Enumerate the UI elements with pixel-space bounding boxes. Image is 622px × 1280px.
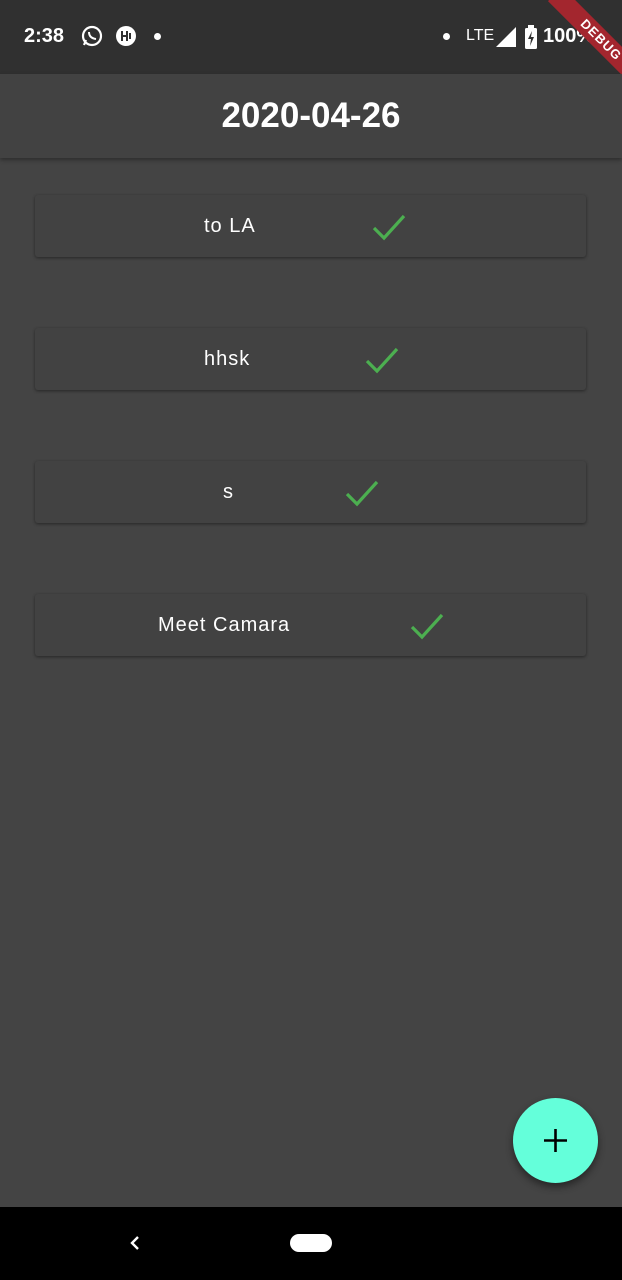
back-icon[interactable] (124, 1231, 146, 1255)
status-time: 2:38 (24, 25, 65, 47)
navigation-bar (0, 1207, 622, 1280)
app-bar: 2020-04-26 (0, 74, 622, 158)
task-title: Meet Camara (158, 614, 291, 636)
task-card[interactable]: hhsk (35, 328, 586, 390)
task-title: s (223, 481, 234, 503)
task-card[interactable]: s (35, 461, 586, 523)
signal-icon (496, 27, 516, 47)
check-icon[interactable] (365, 346, 399, 376)
page-title: 2020-04-26 (221, 96, 401, 135)
whatsapp-icon (81, 25, 103, 47)
task-title: to LA (204, 215, 256, 237)
check-icon[interactable] (345, 479, 379, 509)
check-icon[interactable] (410, 612, 444, 642)
plus-icon (544, 1129, 567, 1152)
task-card[interactable]: Meet Camara (35, 594, 586, 656)
status-dot (443, 33, 450, 40)
app-notification-icon (116, 26, 136, 46)
network-type: LTE (466, 27, 495, 44)
task-card[interactable]: to LA (35, 195, 586, 257)
notification-dot (154, 33, 161, 40)
add-task-button[interactable] (513, 1098, 598, 1183)
task-title: hhsk (204, 348, 251, 370)
check-icon[interactable] (372, 213, 406, 243)
home-pill-icon[interactable] (290, 1234, 332, 1252)
